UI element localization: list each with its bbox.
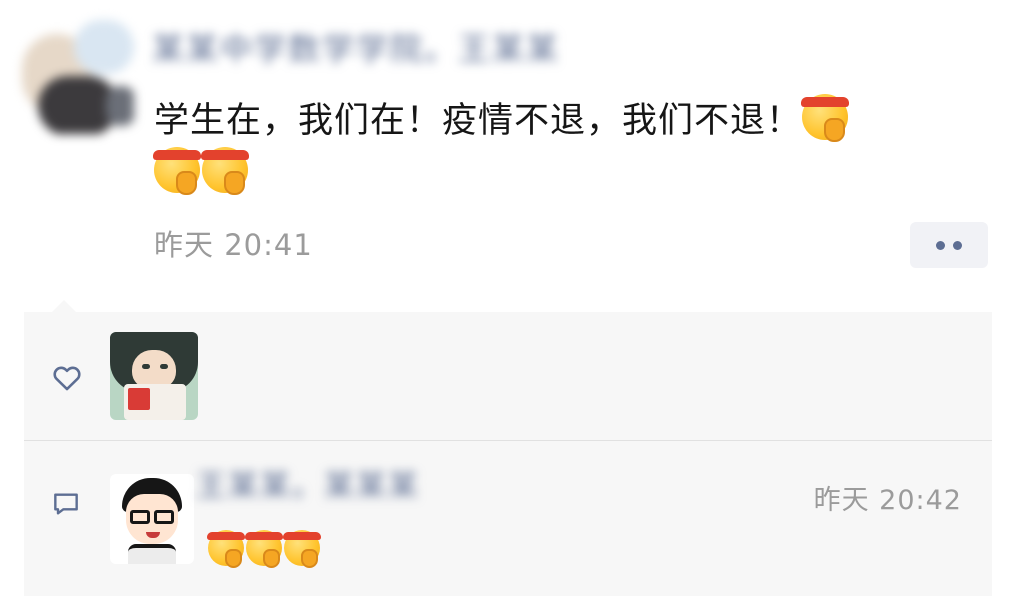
more-options-button[interactable]	[910, 222, 988, 268]
post-text: 学生在，我们在！疫情不退，我们不退！	[153, 94, 984, 200]
saluting-face-emoji-icon	[245, 530, 283, 568]
commenter-name[interactable]: 王某某。某某某	[196, 464, 476, 510]
post-timestamp: 昨天 20:41	[154, 228, 313, 262]
comment-timestamp: 昨天 20:42	[813, 485, 962, 516]
saluting-face-emoji-icon	[153, 147, 201, 195]
post-author-avatar[interactable]	[14, 14, 134, 134]
post-text-body: 学生在，我们在！疫情不退，我们不退！	[154, 101, 803, 141]
comment-bubble-icon	[54, 493, 78, 515]
commenter-avatar[interactable]	[110, 474, 194, 564]
divider	[24, 440, 992, 441]
saluting-face-emoji-icon	[207, 530, 245, 568]
heart-outline-icon	[53, 366, 81, 391]
saluting-face-emoji-icon	[801, 94, 850, 142]
dot-icon	[953, 240, 962, 250]
dot-icon	[936, 240, 945, 250]
post-author-name[interactable]: 某某中学数学学院。王某某	[152, 26, 592, 72]
comment-text	[207, 530, 322, 576]
saluting-face-emoji-icon	[283, 530, 321, 568]
saluting-face-emoji-icon	[201, 147, 249, 195]
interaction-panel: 王某某。某某某 昨天 20:42	[24, 300, 992, 596]
liker-avatar[interactable]	[110, 332, 198, 420]
